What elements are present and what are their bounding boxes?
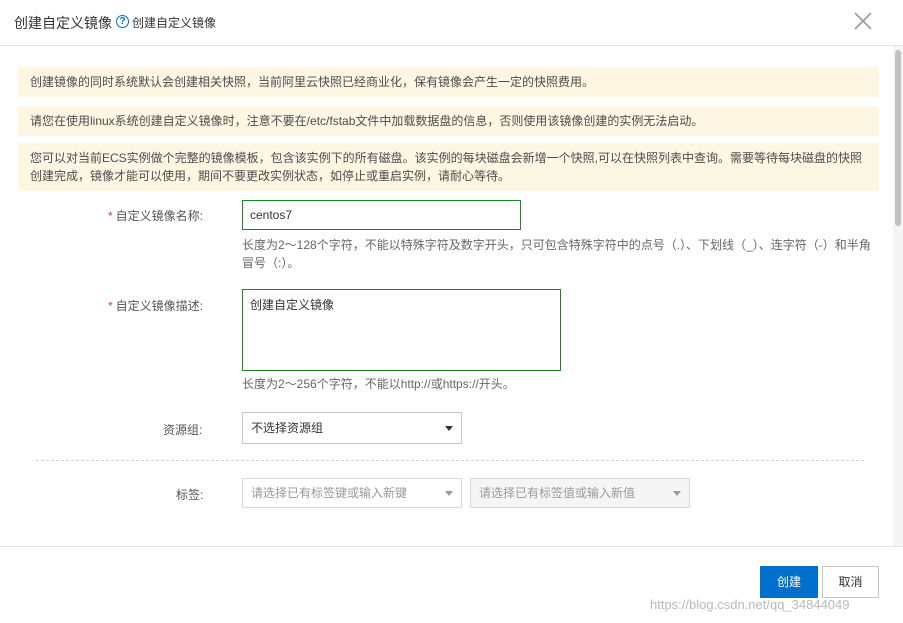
footer-divider (0, 546, 903, 547)
tag-key-placeholder: 请选择已有标签键或输入新键 (251, 486, 408, 500)
chevron-down-icon (673, 491, 681, 496)
dialog-help-link[interactable]: 创建自定义镜像 (132, 14, 216, 31)
notice-snapshot-fee: 创建镜像的同时系统默认会创建相关快照，当前阿里云快照已经商业化，保有镜像会产生一… (18, 67, 879, 97)
create-button[interactable]: 创建 (760, 566, 818, 598)
required-mark: * (108, 209, 113, 223)
resource-group-label: 资源组: (163, 423, 203, 437)
image-description-label: * 自定义镜像描述: (108, 299, 204, 313)
resource-group-select[interactable]: 不选择资源组 (242, 412, 462, 444)
image-description-hint: 长度为2～256个字符，不能以http://或https://开头。 (242, 377, 515, 391)
watermark: https://blog.csdn.net/qq_34844049 (650, 597, 850, 612)
help-icon[interactable]: ? (116, 15, 129, 28)
create-custom-image-dialog: 创建自定义镜像 ? 创建自定义镜像 创建镜像的同时系统默认会创建相关快照，当前阿… (0, 0, 903, 623)
notice-instance-template: 您可以对当前ECS实例做个完整的镜像模板，包含该实例下的所有磁盘。该实例的每块磁… (18, 143, 879, 191)
cancel-button[interactable]: 取消 (822, 566, 879, 598)
image-name-label: * 自定义镜像名称: (108, 209, 204, 223)
image-name-hint: 长度为2～128个字符，不能以特殊字符及数字开头，只可包含特殊字符中的点号（.）… (242, 238, 871, 270)
chevron-down-icon (445, 426, 453, 431)
close-icon[interactable] (852, 10, 874, 32)
scrollbar-thumb[interactable] (895, 50, 901, 226)
section-divider (36, 460, 864, 461)
image-name-input[interactable] (242, 200, 521, 230)
resource-group-value: 不选择资源组 (251, 421, 324, 435)
dialog-title: 创建自定义镜像 (14, 15, 112, 31)
required-mark: * (108, 299, 113, 313)
image-description-input[interactable]: 创建自定义镜像 (242, 289, 561, 371)
dialog-header: 创建自定义镜像 ? 创建自定义镜像 (0, 0, 903, 46)
tag-label: 标签: (176, 488, 204, 502)
tag-value-placeholder: 请选择已有标签值或输入新值 (479, 486, 636, 500)
notice-linux-fstab: 请您在使用linux系统创建自定义镜像时，注意不要在/etc/fstab文件中加… (18, 106, 879, 136)
tag-key-select[interactable]: 请选择已有标签键或输入新键 (242, 478, 462, 508)
chevron-down-icon (445, 491, 453, 496)
tag-value-select: 请选择已有标签值或输入新值 (470, 478, 690, 508)
